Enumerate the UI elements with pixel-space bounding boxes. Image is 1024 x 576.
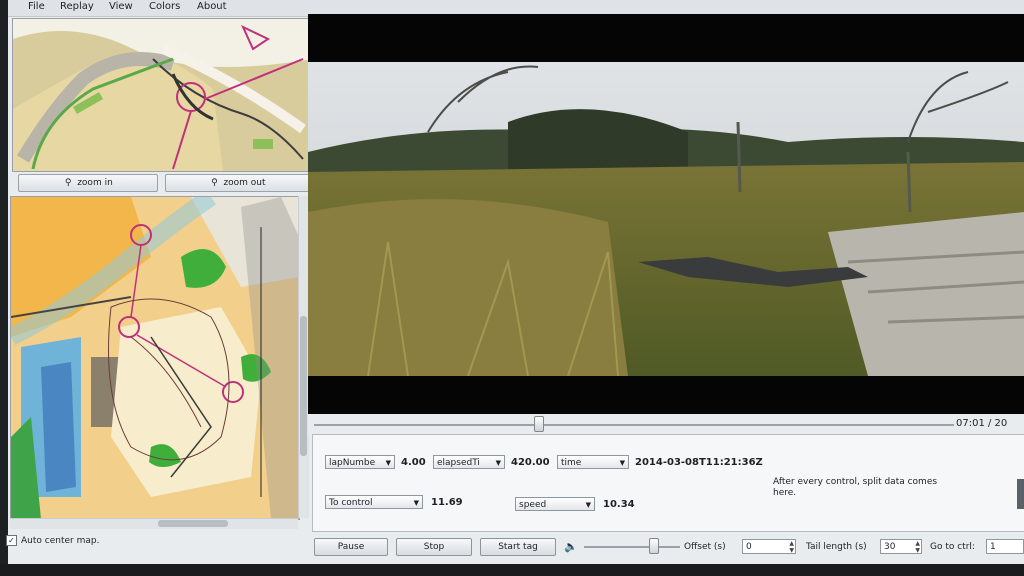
- field-select-3-value: time: [561, 458, 582, 468]
- video-frame: [308, 62, 1024, 376]
- field-select-3[interactable]: time ▼: [557, 455, 629, 469]
- dropdown-arrow-icon: ▼: [585, 501, 591, 509]
- data-panel: lapNumbe ▼ 4.00 elapsedTi ▼ 420.00 time ▼ 2…: [312, 434, 1024, 532]
- panel-side-handle[interactable]: [1017, 479, 1024, 509]
- field-value-5: 10.34: [603, 499, 635, 510]
- playback-controls: Pause Stop Start tag 🔈 Offset (s) 0 ▲ ▼ Ta…: [308, 534, 1024, 564]
- field-select-5[interactable]: speed ▼: [515, 497, 595, 511]
- magnifier-icon: ⚲: [211, 178, 218, 188]
- map-horizontal-scroll-thumb[interactable]: [158, 520, 228, 527]
- field-value-3: 2014-03-08T11:21:36Z: [635, 457, 763, 468]
- menu-colors[interactable]: Colors: [149, 1, 180, 12]
- overview-map[interactable]: [12, 18, 314, 172]
- main-map-image: [11, 197, 299, 519]
- field-value-1: 4.00: [401, 457, 426, 468]
- seek-thumb[interactable]: [534, 416, 544, 432]
- volume-slider[interactable]: [584, 546, 680, 548]
- playback-time: 07:01 / 20: [956, 418, 1008, 429]
- zoom-in-button[interactable]: ⚲ zoom in: [18, 174, 158, 192]
- spin-arrows-icon[interactable]: ▲ ▼: [789, 540, 794, 554]
- field-select-4-value: To control: [329, 498, 373, 508]
- field-select-1[interactable]: lapNumbe ▼: [325, 455, 395, 469]
- auto-center-option[interactable]: ✓ Auto center map.: [6, 535, 99, 549]
- video-player[interactable]: [308, 14, 1024, 414]
- offset-value: 0: [746, 542, 752, 552]
- field-value-2: 420.00: [511, 457, 550, 468]
- main-map[interactable]: [10, 196, 300, 520]
- goto-control-value: 1: [990, 542, 996, 552]
- map-vertical-scroll-thumb[interactable]: [300, 316, 307, 456]
- offset-spinbox[interactable]: 0 ▲ ▼: [742, 539, 796, 554]
- menu-about[interactable]: About: [197, 1, 227, 12]
- field-select-2[interactable]: elapsedTi ▼: [433, 455, 505, 469]
- tail-length-value: 30: [884, 542, 896, 552]
- goto-control-label: Go to ctrl:: [930, 542, 975, 552]
- monitor-bezel-left: [0, 0, 8, 576]
- zoom-out-button[interactable]: ⚲ zoom out: [165, 174, 310, 192]
- field-select-5-value: speed: [519, 500, 547, 510]
- dropdown-arrow-icon: ▼: [495, 459, 501, 467]
- menu-file[interactable]: File: [28, 1, 45, 12]
- monitor-bezel-bottom: [0, 564, 1024, 576]
- seek-track[interactable]: [314, 424, 954, 426]
- map-horizontal-scrollbar[interactable]: [10, 518, 298, 529]
- field-select-1-value: lapNumbe: [329, 458, 376, 468]
- menu-replay[interactable]: Replay: [60, 1, 94, 12]
- zoom-in-label: zoom in: [77, 178, 113, 188]
- pause-button[interactable]: Pause: [314, 538, 388, 556]
- zoom-out-label: zoom out: [223, 178, 266, 188]
- overview-map-image: [13, 19, 313, 171]
- field-value-4: 11.69: [431, 497, 463, 508]
- menu-view[interactable]: View: [109, 1, 133, 12]
- speaker-icon: 🔈: [564, 540, 578, 553]
- offset-label: Offset (s): [684, 542, 726, 552]
- volume-thumb[interactable]: [649, 538, 660, 554]
- stop-button[interactable]: Stop: [396, 538, 472, 556]
- start-tag-button[interactable]: Start tag: [480, 538, 556, 556]
- magnifier-icon: ⚲: [64, 178, 72, 188]
- tail-length-label: Tail length (s): [806, 542, 867, 552]
- goto-control-field[interactable]: 1: [986, 539, 1024, 554]
- dropdown-arrow-icon: ▼: [385, 459, 391, 467]
- field-select-2-value: elapsedTi: [437, 458, 480, 468]
- tail-length-spinbox[interactable]: 30 ▲ ▼: [880, 539, 922, 554]
- auto-center-label: Auto center map.: [21, 536, 100, 546]
- split-data-note: After every control, split data comes he…: [773, 477, 938, 498]
- dropdown-arrow-icon: ▼: [619, 459, 625, 467]
- auto-center-checkbox[interactable]: ✓: [6, 535, 17, 546]
- dropdown-arrow-icon: ▼: [413, 499, 419, 507]
- spin-arrows-icon[interactable]: ▲ ▼: [915, 540, 920, 554]
- field-select-4[interactable]: To control ▼: [325, 495, 423, 509]
- seek-bar-row: 07:01 / 20: [308, 414, 1024, 434]
